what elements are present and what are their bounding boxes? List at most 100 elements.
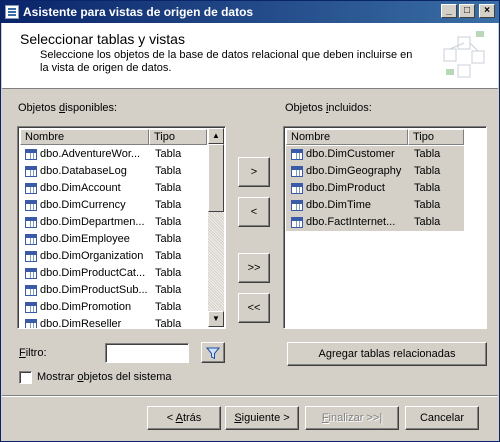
wizard-graphic-icon: [443, 31, 485, 78]
page-description: Seleccione los objetos de la base de dat…: [40, 49, 413, 74]
table-type: Tabla: [414, 182, 441, 194]
table-type: Tabla: [414, 165, 441, 177]
table-name: dbo.DimProduct: [306, 182, 385, 194]
scroll-thumb[interactable]: [208, 144, 224, 212]
cancel-button[interactable]: Cancelar: [405, 406, 479, 430]
table-name: dbo.DimPromotion: [40, 301, 132, 313]
available-objects-label: Objetos disponibles:: [18, 102, 118, 114]
funnel-icon: [206, 347, 220, 360]
table-row[interactable]: dbo.DimOrganization Tabla: [20, 248, 206, 265]
add-all-button[interactable]: >>: [238, 253, 270, 283]
show-system-objects-checkbox[interactable]: [19, 371, 32, 384]
filter-input[interactable]: [105, 343, 189, 363]
close-button[interactable]: ×: [479, 4, 495, 18]
available-list-scrollbar[interactable]: ▲ ▼: [208, 128, 224, 327]
wizard-window: Asistente para vistas de origen de datos…: [0, 0, 500, 442]
add-related-tables-button[interactable]: Agregar tablas relacionadas: [287, 342, 487, 366]
back-button[interactable]: < Atrás: [147, 406, 221, 430]
included-objects-list[interactable]: Nombre Tipo dbo.DimCustomer Tabla dbo.DimG…: [283, 126, 487, 329]
table-type: Tabla: [414, 199, 441, 211]
table-row[interactable]: dbo.AdventureWor... Tabla: [20, 146, 206, 163]
table-name: dbo.FactInternet...: [306, 216, 396, 228]
title-bar[interactable]: Asistente para vistas de origen de datos…: [1, 1, 499, 23]
column-header-name[interactable]: Nombre: [286, 129, 408, 145]
table-row[interactable]: dbo.FactInternet... Tabla: [286, 214, 464, 231]
show-system-objects-label[interactable]: Mostrar objetos del sistema: [37, 371, 172, 383]
table-type: Tabla: [414, 148, 441, 160]
table-row[interactable]: dbo.DimEmployee Tabla: [20, 231, 206, 248]
table-icon: [25, 200, 37, 211]
footer-divider: [2, 395, 498, 397]
table-row[interactable]: dbo.DimPromotion Tabla: [20, 299, 206, 316]
table-name: dbo.DimAccount: [40, 182, 121, 194]
table-type: Tabla: [155, 199, 182, 211]
table-icon: [25, 217, 37, 228]
table-icon: [25, 166, 37, 177]
available-objects-list[interactable]: Nombre Tipo dbo.AdventureWor... Tabla dbo.…: [17, 126, 226, 329]
table-row[interactable]: dbo.DimProductCat... Tabla: [20, 265, 206, 282]
table-row[interactable]: dbo.DimCurrency Tabla: [20, 197, 206, 214]
table-row[interactable]: dbo.DimAccount Tabla: [20, 180, 206, 197]
table-icon: [25, 183, 37, 194]
table-name: dbo.DimProductCat...: [40, 267, 146, 279]
table-name: dbo.AdventureWor...: [40, 148, 141, 160]
table-icon: [25, 234, 37, 245]
page-title: Seleccionar tablas y vistas: [20, 31, 185, 47]
table-name: dbo.DimCurrency: [40, 199, 126, 211]
remove-all-button[interactable]: <<: [238, 293, 270, 323]
table-type: Tabla: [155, 233, 182, 245]
wizard-header: Seleccionar tablas y vistas Seleccione l…: [2, 23, 498, 89]
finish-button[interactable]: Finalizar >>|: [305, 406, 399, 430]
table-name: dbo.DimGeography: [306, 165, 402, 177]
table-row[interactable]: dbo.DimTime Tabla: [286, 197, 464, 214]
table-row[interactable]: dbo.DimCustomer Tabla: [286, 146, 464, 163]
next-button[interactable]: Siguiente >: [225, 406, 299, 430]
table-icon: [25, 268, 37, 279]
table-type: Tabla: [155, 318, 182, 329]
minimize-button[interactable]: _: [441, 4, 457, 18]
maximize-button[interactable]: □: [459, 4, 475, 18]
table-type: Tabla: [155, 216, 182, 228]
add-selected-button[interactable]: >: [238, 157, 270, 187]
column-header-name[interactable]: Nombre: [20, 129, 149, 145]
table-icon: [291, 149, 303, 160]
table-type: Tabla: [155, 284, 182, 296]
table-type: Tabla: [155, 267, 182, 279]
table-icon: [25, 319, 37, 328]
included-objects-label: Objetos incluidos:: [285, 102, 372, 114]
table-icon: [291, 217, 303, 228]
table-icon: [291, 183, 303, 194]
table-name: dbo.DimDepartmen...: [40, 216, 145, 228]
table-icon: [25, 149, 37, 160]
table-row[interactable]: dbo.DimReseller Tabla: [20, 316, 206, 329]
table-type: Tabla: [155, 165, 182, 177]
table-row[interactable]: dbo.DimProductSub... Tabla: [20, 282, 206, 299]
table-row[interactable]: dbo.DimProduct Tabla: [286, 180, 464, 197]
table-icon: [291, 166, 303, 177]
table-type: Tabla: [155, 182, 182, 194]
table-name: dbo.DimOrganization: [40, 250, 144, 262]
table-name: dbo.DimEmployee: [40, 233, 130, 245]
column-header-type[interactable]: Tipo: [149, 129, 207, 145]
table-row[interactable]: dbo.DimGeography Tabla: [286, 163, 464, 180]
remove-selected-button[interactable]: <: [238, 197, 270, 227]
window-title: Asistente para vistas de origen de datos: [23, 5, 254, 19]
table-type: Tabla: [414, 216, 441, 228]
table-icon: [25, 251, 37, 262]
table-row[interactable]: dbo.DimDepartmen... Tabla: [20, 214, 206, 231]
scroll-down-button[interactable]: ▼: [208, 311, 224, 327]
table-icon: [25, 302, 37, 313]
table-name: dbo.DatabaseLog: [40, 165, 127, 177]
table-type: Tabla: [155, 301, 182, 313]
table-icon: [291, 200, 303, 211]
app-icon: [5, 5, 19, 19]
column-header-type[interactable]: Tipo: [408, 129, 464, 145]
filter-label: Filtro:: [19, 347, 47, 359]
table-row[interactable]: dbo.DatabaseLog Tabla: [20, 163, 206, 180]
scroll-up-button[interactable]: ▲: [208, 128, 224, 144]
table-icon: [25, 285, 37, 296]
table-name: dbo.DimProductSub...: [40, 284, 148, 296]
apply-filter-button[interactable]: [201, 342, 225, 363]
table-name: dbo.DimReseller: [40, 318, 122, 329]
table-type: Tabla: [155, 250, 182, 262]
